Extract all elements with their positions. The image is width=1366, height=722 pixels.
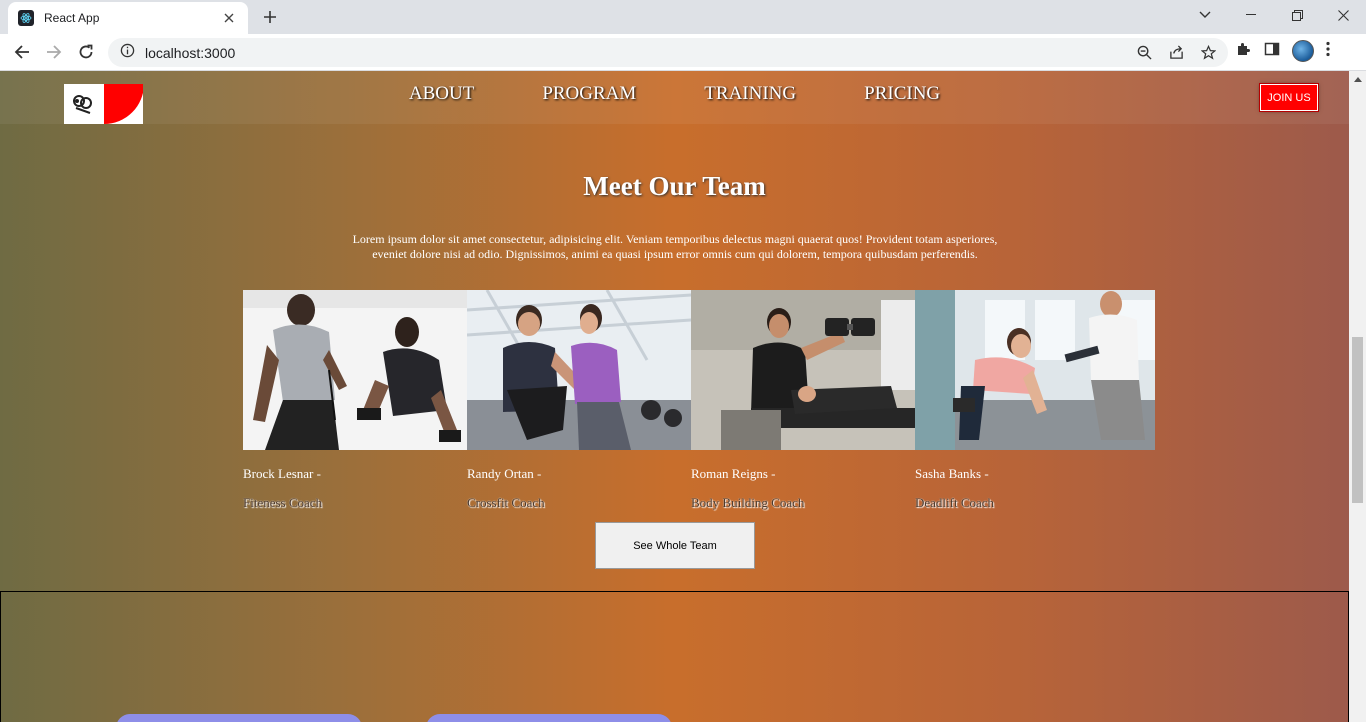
browser-tab[interactable]: React App [8,2,248,34]
team-member: Brock Lesnar - Fiteness Coach [243,466,467,511]
zoom-icon[interactable] [1134,42,1154,62]
tab-title: React App [44,11,100,25]
react-icon [18,10,34,26]
member-role: Fiteness Coach [243,495,323,510]
extensions-puzzle-icon[interactable] [1236,41,1252,62]
team-member: Sasha Banks - Deadlift Coach [915,466,1139,511]
member-role: Crossfit Coach [467,495,545,510]
section-description: Lorem ipsum dolor sit amet consectetur, … [352,232,998,261]
member-name: Randy Ortan - [467,466,542,481]
site-info-icon[interactable] [120,43,135,63]
see-whole-team-button[interactable]: See Whole Team [595,522,755,569]
bookmark-star-icon[interactable] [1198,42,1218,62]
side-panel-icon[interactable] [1264,41,1280,62]
team-member-list: Brock Lesnar - Fiteness Coach Randy Orta… [243,466,1155,511]
browser-toolbar: localhost:3000 [0,34,1366,71]
pricing-card-top [426,714,672,722]
nav-link-program[interactable]: PROGRAM [542,83,636,105]
scroll-thumb[interactable] [1352,337,1363,503]
nav-link-training[interactable]: TRAINING [704,83,796,105]
back-arrow-icon[interactable] [10,40,34,64]
site-navbar: ABOUT PROGRAM TRAINING PRICING JOIN US [0,71,1349,124]
nav-link-pricing[interactable]: PRICING [864,83,940,105]
page-scrollbar[interactable] [1349,71,1366,722]
address-bar[interactable]: localhost:3000 [108,38,1228,67]
member-role: Deadlift Coach [915,495,995,510]
scroll-up-icon[interactable] [1349,71,1366,87]
section-title: Meet Our Team [583,171,766,201]
member-role: Body Building Coach [691,495,805,510]
page-viewport: ABOUT PROGRAM TRAINING PRICING JOIN US M… [0,71,1349,722]
new-tab-icon[interactable] [260,7,280,27]
team-photo-brock [243,290,467,450]
window-controls [1228,0,1366,30]
team-member: Roman Reigns - Body Building Coach [691,466,915,511]
member-name: Brock Lesnar - [243,466,321,481]
pricing-card-top [116,714,362,722]
team-member: Randy Ortan - Crossfit Coach [467,466,691,511]
tab-search-chevron-icon[interactable] [1194,5,1216,25]
team-photo-sasha [915,290,1155,450]
minimize-icon[interactable] [1228,0,1274,30]
close-tab-icon[interactable] [220,9,238,27]
profile-avatar[interactable] [1292,40,1314,62]
member-name: Roman Reigns - [691,466,776,481]
restore-icon[interactable] [1274,0,1320,30]
member-name: Sasha Banks - [915,466,989,481]
team-photos [243,290,1155,450]
reload-icon[interactable] [74,40,98,64]
join-us-button[interactable]: JOIN US [1259,83,1319,112]
share-icon[interactable] [1166,42,1186,62]
team-photo-roman [691,290,915,450]
browser-tab-strip: React App [0,0,1366,34]
team-photo-randy [467,290,691,450]
forward-arrow-icon[interactable] [42,40,66,64]
next-section [0,591,1349,722]
url-text[interactable]: localhost:3000 [145,45,235,61]
nav-link-about[interactable]: ABOUT [409,83,474,105]
nav-links: ABOUT PROGRAM TRAINING PRICING [0,83,1349,105]
browser-menu-icon[interactable] [1326,41,1330,62]
close-window-icon[interactable] [1320,0,1366,30]
